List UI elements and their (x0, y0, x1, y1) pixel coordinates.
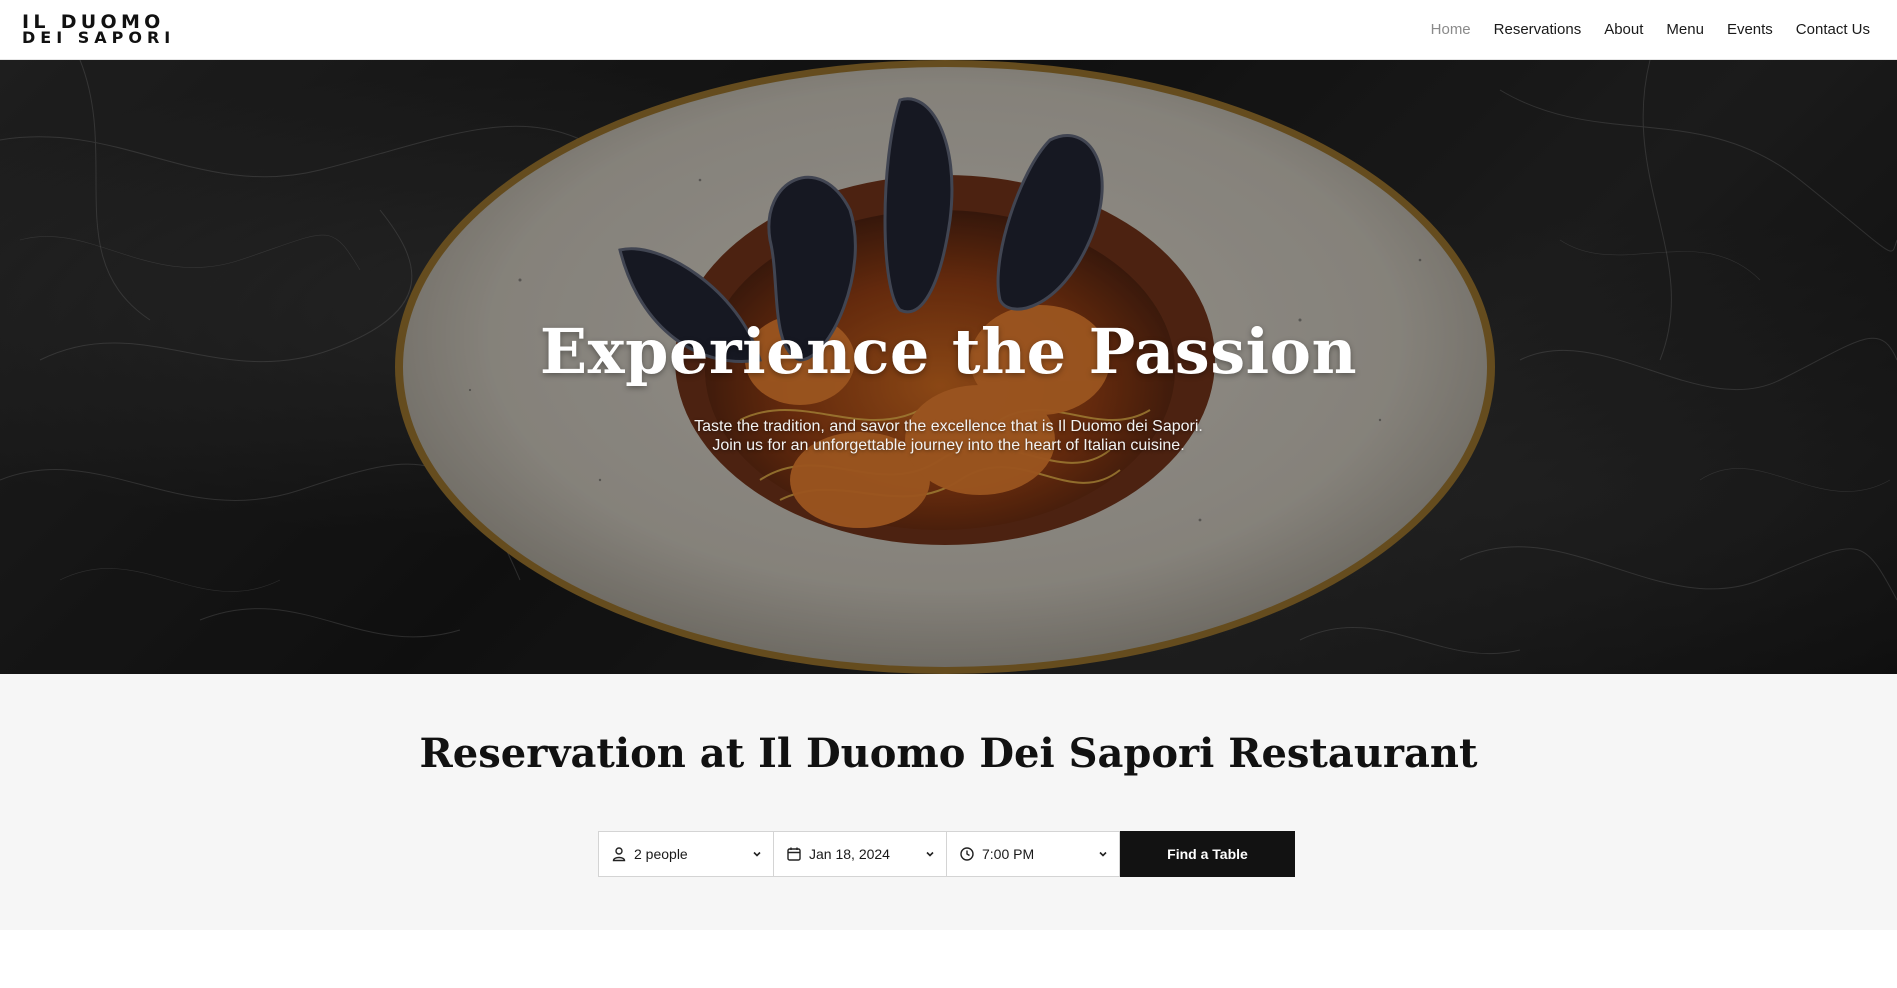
chevron-down-icon (924, 848, 936, 860)
chevron-down-icon (751, 848, 763, 860)
nav-reservations[interactable]: Reservations (1494, 21, 1582, 38)
nav-about[interactable]: About (1604, 21, 1643, 38)
party-size-select[interactable]: 2 people (598, 831, 774, 877)
nav-contact-us[interactable]: Contact Us (1796, 21, 1870, 38)
hero-title: Experience the Passion (539, 315, 1358, 388)
clock-icon (959, 846, 975, 862)
main-nav: Home Reservations About Menu Events Cont… (1431, 21, 1870, 38)
find-a-table-button[interactable]: Find a Table (1120, 831, 1295, 877)
hero-subtitle-line-1: Taste the tradition, and savor the excel… (694, 418, 1203, 435)
hero-subtitle: Taste the tradition, and savor the excel… (0, 417, 1897, 455)
nav-events[interactable]: Events (1727, 21, 1773, 38)
reservation-form: 2 people Jan 18, 2024 7:00 PM Find a Tab… (598, 831, 1295, 877)
date-select[interactable]: Jan 18, 2024 (774, 831, 947, 877)
nav-menu[interactable]: Menu (1666, 21, 1704, 38)
logo-line-2: DEI SAPORI (22, 27, 176, 47)
nav-home[interactable]: Home (1431, 21, 1471, 38)
hero-section: Experience the Passion Taste the traditi… (0, 60, 1897, 674)
time-select[interactable]: 7:00 PM (947, 831, 1120, 877)
site-header: IL DUOMO DEI SAPORI Home Reservations Ab… (0, 0, 1897, 60)
party-size-value: 2 people (634, 846, 688, 862)
hero-subtitle-line-2: Join us for an unforgettable journey int… (712, 437, 1185, 454)
time-value: 7:00 PM (982, 846, 1035, 862)
site-logo[interactable]: IL DUOMO DEI SAPORI (22, 12, 176, 47)
person-icon (611, 846, 627, 862)
calendar-icon (786, 846, 802, 862)
reservation-title: Reservation at Il Duomo Dei Sapori Resta… (419, 730, 1478, 777)
reservation-section: Reservation at Il Duomo Dei Sapori Resta… (0, 674, 1897, 930)
date-value: Jan 18, 2024 (809, 846, 890, 862)
chevron-down-icon (1097, 848, 1109, 860)
